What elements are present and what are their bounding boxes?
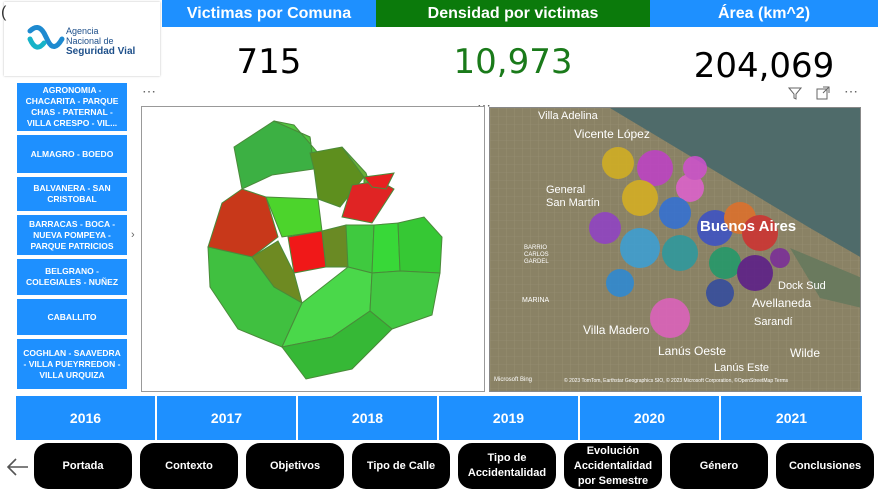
map-label-dock-sud: Dock Sud: [778, 280, 826, 292]
nav-conclusiones[interactable]: Conclusiones: [776, 443, 874, 489]
back-arrow-icon[interactable]: [4, 456, 30, 478]
sidebar-item-belgrano[interactable]: BELGRANO - COLEGIALES - NUÑEZ: [16, 258, 128, 296]
map-brand: Microsoft Bing: [494, 377, 533, 383]
year-2018[interactable]: 2018: [298, 396, 439, 440]
tab-densidad-por-victimas[interactable]: Densidad por victimas: [376, 0, 650, 27]
map-label-marina: MARINA: [522, 297, 550, 304]
comunas-map[interactable]: [142, 107, 484, 391]
comuna-center-olive-2: [321, 224, 349, 268]
year-2016[interactable]: 2016: [16, 396, 157, 440]
comuna-green-a: [345, 224, 375, 274]
map-label-villa-adelina: Villa Adelina: [538, 110, 598, 122]
nav-contexto[interactable]: Contexto: [140, 443, 238, 489]
kpi-victimas: 715: [236, 42, 302, 82]
logo-text-2: Nacional de: [66, 36, 114, 46]
comuna-nw: [233, 120, 315, 190]
map-label-lanus-este: Lanús Este: [714, 362, 770, 374]
nav-tipo-de-accidentalidad[interactable]: Tipo de Accidentalidad: [458, 443, 556, 489]
map-label-lanus-oeste: Lanús Oeste: [658, 344, 727, 358]
map-label-avellaneda: Avellaneda: [752, 296, 812, 310]
filter-icon[interactable]: [787, 86, 803, 100]
tab-area-km2[interactable]: Área (km^2): [650, 0, 878, 27]
left-partial-glyph: (: [1, 4, 7, 21]
nav-tipo-de-calle[interactable]: Tipo de Calle: [352, 443, 450, 489]
nav-evolucion-accidentalidad[interactable]: Evolución Accidentalidad por Semestre: [564, 443, 662, 489]
logo: Agencia Nacional de Seguridad Vial: [4, 2, 160, 76]
year-2019[interactable]: 2019: [439, 396, 580, 440]
year-2021[interactable]: 2021: [721, 396, 862, 440]
year-2020[interactable]: 2020: [580, 396, 721, 440]
nav-genero[interactable]: Género: [670, 443, 768, 489]
choropleth-map[interactable]: [141, 106, 485, 392]
map-label-carlos-gardel: BARRIO CARLOS GARDEL: [524, 245, 549, 265]
map-label-general-san-martin: General San Martín: [546, 184, 600, 209]
sidebar-item-caballito[interactable]: CABALLITO: [16, 298, 128, 336]
focus-mode-icon[interactable]: [816, 86, 830, 100]
tab-victimas-por-comuna[interactable]: Victimas por Comuna: [162, 0, 376, 27]
logo-mark-icon: [27, 25, 65, 50]
more-options-icon-top[interactable]: ⋯: [844, 83, 859, 100]
comuna-green-b: [371, 222, 401, 274]
sidebar-item-coghlan[interactable]: COGHLAN - SAAVEDRA - VILLA PUEYRREDON - …: [16, 338, 128, 390]
logo-text-1: Agencia: [66, 26, 99, 36]
nav-portada[interactable]: Portada: [34, 443, 132, 489]
satellite-map[interactable]: Villa Adelina Vicente López General San …: [489, 107, 861, 392]
map-label-sarandi: Sarandí: [754, 316, 793, 328]
map-label-buenos-aires: Buenos Aires: [700, 218, 797, 235]
map-label-vicente-lopez: Vicente López: [574, 127, 650, 141]
year-2017[interactable]: 2017: [157, 396, 298, 440]
map-attribution[interactable]: © 2023 TomTom, Earthstar Geographics SIO…: [564, 378, 860, 384]
sidebar-item-barracas[interactable]: BARRACAS - BOCA - NUEVA POMPEYA - PARQUE…: [16, 214, 128, 256]
more-options-icon[interactable]: ⋯: [142, 83, 157, 100]
map-label-villa-madero: Villa Madero: [583, 323, 650, 337]
map-label-wilde: Wilde: [790, 346, 821, 360]
kpi-densidad: 10,973: [453, 42, 573, 82]
comuna-center-red: [287, 230, 327, 274]
logo-text-3: Seguridad Vial: [66, 46, 136, 57]
kpi-area: 204,069: [693, 46, 835, 86]
sidebar-item-almagro[interactable]: ALMAGRO - BOEDO: [16, 134, 128, 174]
sidebar-item-agronomia[interactable]: AGRONOMIA - CHACARITA - PARQUE CHAS - PA…: [16, 82, 128, 132]
sidebar-item-balvanera[interactable]: BALVANERA - SAN CRISTOBAL: [16, 176, 128, 212]
sidebar-scroll-chevron-icon[interactable]: ›: [131, 229, 135, 241]
nav-objetivos[interactable]: Objetivos: [246, 443, 344, 489]
comuna-east: [397, 216, 443, 274]
